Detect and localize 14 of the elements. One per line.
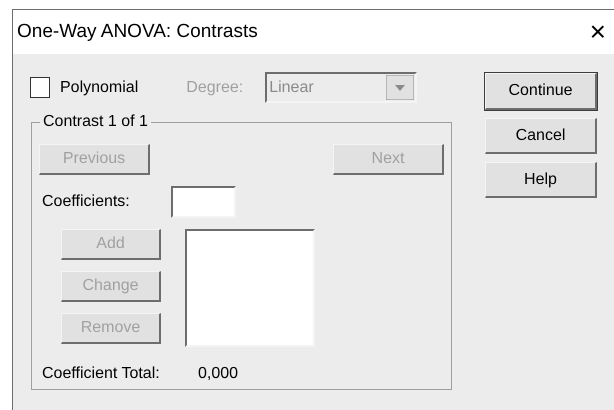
polynomial-checkbox[interactable] <box>30 77 50 98</box>
polynomial-label: Polynomial <box>60 78 138 98</box>
dialog-button[interactable]: Continue <box>485 73 597 110</box>
total-label: Coefficient Total: <box>42 364 161 384</box>
coefficients-list[interactable] <box>185 229 315 347</box>
coefficients-field[interactable] <box>171 186 236 218</box>
dialog-button[interactable]: Help <box>485 162 597 198</box>
total-value: 0,000 <box>198 364 238 384</box>
dropdown-arrow-icon <box>386 75 414 100</box>
dialog-button[interactable]: Cancel <box>485 118 597 154</box>
coefficients-label: Coefficients: <box>42 192 131 212</box>
degree-label: Degree: <box>186 78 244 98</box>
close-button[interactable]: × <box>590 18 606 46</box>
window-title: One-Way ANOVA: Contrasts <box>17 20 259 44</box>
